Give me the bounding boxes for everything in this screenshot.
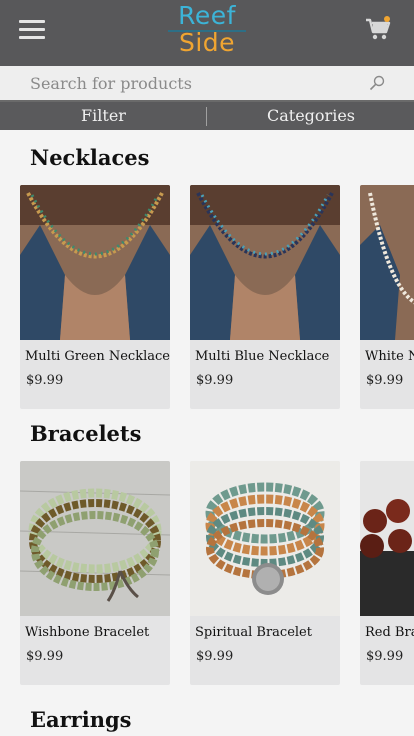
product-price: $9.99 — [26, 373, 64, 388]
product-image-red-bracelet — [360, 461, 414, 616]
product-price: $9.99 — [26, 649, 64, 664]
product-card[interactable]: Wishbone Bracelet $9.99 — [20, 461, 170, 685]
product-name: Wishbone Bracelet — [25, 625, 150, 640]
product-price: $9.99 — [196, 373, 234, 388]
filter-button[interactable]: Filter — [0, 102, 207, 130]
product-card[interactable]: White Necklace $9.99 — [360, 185, 414, 409]
menu-line — [19, 36, 45, 39]
product-price: $9.99 — [366, 649, 404, 664]
section-title-earrings: Earrings — [30, 707, 132, 732]
product-image-spiritual-bracelet — [190, 461, 340, 616]
section-title-bracelets: Bracelets — [30, 421, 142, 446]
product-name: Multi Blue Necklace — [195, 349, 330, 364]
brand-logo[interactable]: Reef Side — [162, 2, 252, 62]
hamburger-menu-icon[interactable] — [19, 20, 45, 40]
cart-badge — [384, 16, 390, 22]
top-bar: Reef Side — [0, 0, 414, 66]
product-image-white-necklace — [360, 185, 414, 340]
logo-divider — [168, 30, 246, 32]
categories-button[interactable]: Categories — [208, 102, 414, 130]
product-card[interactable]: Multi Blue Necklace $9.99 — [190, 185, 340, 409]
product-name: Spiritual Bracelet — [195, 625, 312, 640]
search-icon[interactable] — [369, 75, 385, 91]
product-price: $9.99 — [196, 649, 234, 664]
section-title-necklaces: Necklaces — [30, 145, 150, 170]
filter-divider — [206, 107, 207, 126]
menu-line — [19, 28, 45, 31]
menu-line — [19, 20, 45, 23]
product-price: $9.99 — [366, 373, 404, 388]
product-card[interactable]: Red Bracelet $9.99 — [360, 461, 414, 685]
product-image-multi-blue-necklace — [190, 185, 340, 340]
search-input[interactable] — [0, 66, 414, 100]
search-bar — [0, 66, 414, 102]
product-name: White Necklace — [365, 349, 414, 364]
product-image-multi-green-necklace — [20, 185, 170, 340]
product-image-wishbone-bracelet — [20, 461, 170, 616]
product-carousel-necklaces[interactable]: Multi Green Necklace $9.99 Multi Blue Ne… — [20, 185, 414, 411]
filter-bar: Filter Categories — [0, 102, 414, 130]
product-name: Multi Green Necklace — [25, 349, 170, 364]
product-carousel-bracelets[interactable]: Wishbone Bracelet $9.99 Spiritual Bracel… — [20, 461, 414, 687]
logo-text-side: Side — [178, 28, 236, 57]
logo-text-reef: Reef — [178, 1, 236, 30]
product-name: Red Bracelet — [365, 625, 414, 640]
product-card[interactable]: Multi Green Necklace $9.99 — [20, 185, 170, 409]
product-card[interactable]: Spiritual Bracelet $9.99 — [190, 461, 340, 685]
